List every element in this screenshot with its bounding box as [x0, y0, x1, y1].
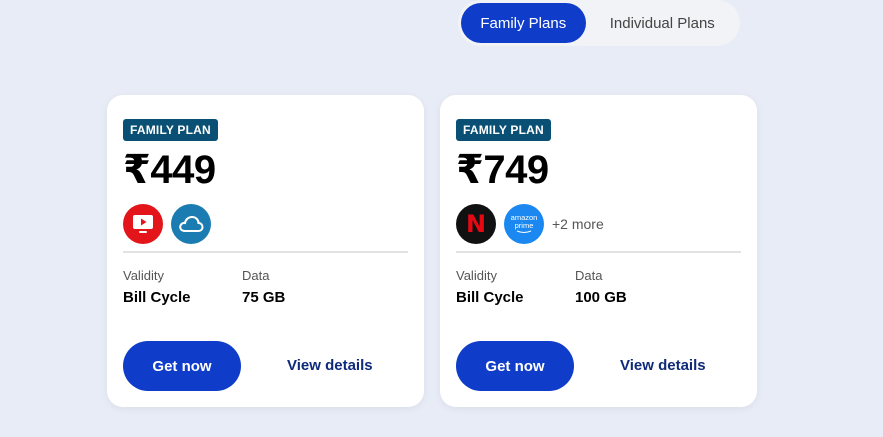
- validity-label: Validity: [123, 268, 164, 283]
- cloud-icon: [171, 204, 211, 244]
- tab-individual-plans[interactable]: Individual Plans: [588, 3, 737, 43]
- data-label: Data: [575, 268, 603, 283]
- view-details-link[interactable]: View details: [620, 357, 706, 374]
- validity-value: Bill Cycle: [456, 289, 524, 306]
- validity-value: Bill Cycle: [123, 289, 191, 306]
- validity-label: Validity: [456, 268, 497, 283]
- divider: [456, 251, 741, 253]
- youtube-icon: [123, 204, 163, 244]
- plan-badge: FAMILY PLAN: [456, 119, 551, 141]
- plan-type-toggle: Family Plans Individual Plans: [458, 0, 740, 46]
- ott-icons: N amazon prime +2 more: [456, 204, 604, 244]
- view-details-link[interactable]: View details: [287, 357, 373, 374]
- get-now-button[interactable]: Get now: [456, 341, 574, 391]
- amazon-prime-icon: amazon prime: [504, 204, 544, 244]
- plan-price: ₹449: [123, 148, 216, 192]
- plan-card: FAMILY PLAN ₹449 Validity Bill Cycle Dat…: [107, 95, 424, 407]
- data-value: 100 GB: [575, 289, 627, 306]
- get-now-button[interactable]: Get now: [123, 341, 241, 391]
- ott-icons: [123, 204, 219, 244]
- netflix-icon: N: [456, 204, 496, 244]
- plan-card: FAMILY PLAN ₹749 N amazon prime +2 more …: [440, 95, 757, 407]
- plan-price: ₹749: [456, 148, 549, 192]
- data-value: 75 GB: [242, 289, 286, 306]
- plan-badge: FAMILY PLAN: [123, 119, 218, 141]
- tab-family-plans[interactable]: Family Plans: [461, 3, 586, 43]
- more-ott-count[interactable]: +2 more: [552, 216, 604, 232]
- data-label: Data: [242, 268, 270, 283]
- divider: [123, 251, 408, 253]
- prime-line2: prime: [514, 221, 534, 230]
